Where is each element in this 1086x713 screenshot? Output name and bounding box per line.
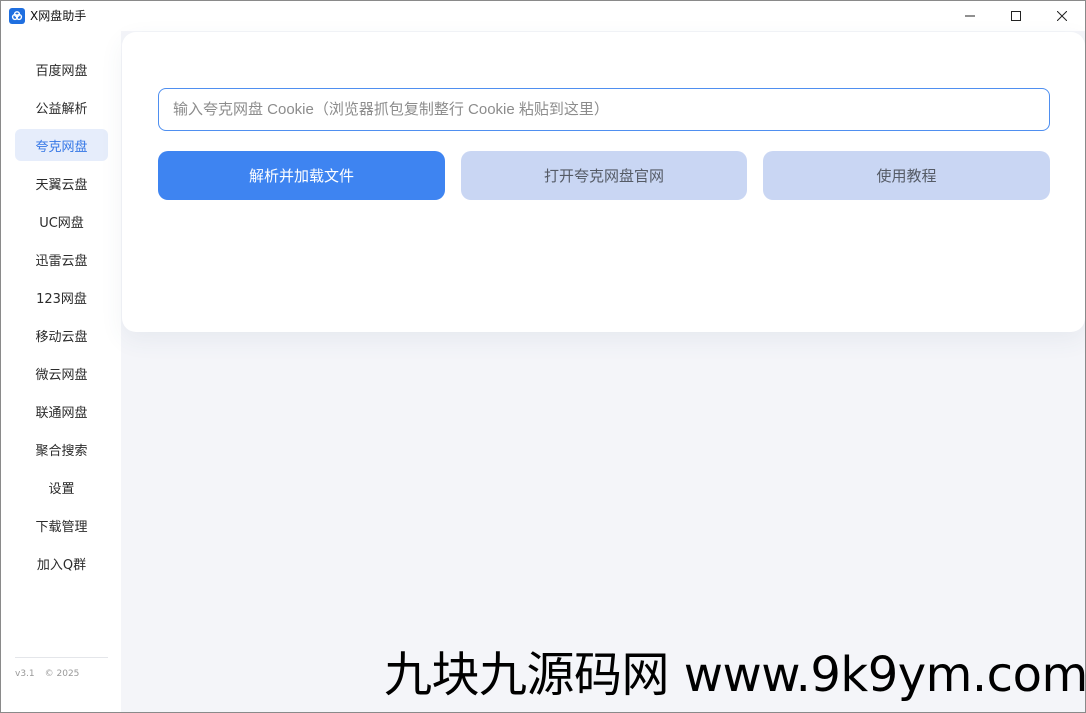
sidebar-footer: v3.1 © 2025: [15, 669, 79, 679]
version-label: v3.1: [15, 669, 35, 679]
sidebar-item-weiyun[interactable]: 微云网盘: [15, 357, 108, 389]
maximize-icon: [1011, 11, 1021, 21]
sidebar-item-xunlei[interactable]: 迅雷云盘: [15, 243, 108, 275]
close-button[interactable]: [1039, 1, 1085, 31]
parse-load-button[interactable]: 解析并加载文件: [158, 151, 445, 200]
sidebar-item-aggregate-search[interactable]: 聚合搜索: [15, 433, 108, 465]
sidebar-item-join-qq-group[interactable]: 加入Q群: [15, 547, 108, 579]
cloud-drive-icon: [9, 8, 25, 24]
tutorial-button[interactable]: 使用教程: [763, 151, 1050, 200]
copyright-label: © 2025: [44, 669, 80, 679]
title-bar[interactable]: X网盘助手: [1, 1, 1085, 31]
open-quark-site-button[interactable]: 打开夸克网盘官网: [461, 151, 747, 200]
sidebar-divider: [15, 657, 108, 658]
window-title: X网盘助手: [30, 9, 87, 23]
quark-panel: 解析并加载文件 打开夸克网盘官网 使用教程: [122, 32, 1085, 332]
minimize-icon: [965, 15, 975, 17]
sidebar-item-unicom[interactable]: 联通网盘: [15, 395, 108, 427]
sidebar-item-123[interactable]: 123网盘: [15, 281, 108, 313]
sidebar-item-downloads[interactable]: 下载管理: [15, 509, 108, 541]
sidebar-item-uc[interactable]: UC网盘: [15, 205, 108, 237]
sidebar-item-settings[interactable]: 设置: [15, 471, 108, 503]
watermark: 九块九源码网 www.9k9ym.com: [384, 647, 1086, 703]
close-icon: [1057, 11, 1067, 21]
cookie-input[interactable]: [158, 88, 1050, 131]
sidebar-item-mobile[interactable]: 移动云盘: [15, 319, 108, 351]
sidebar-item-quark[interactable]: 夸克网盘: [15, 129, 108, 161]
maximize-button[interactable]: [993, 1, 1039, 31]
sidebar-item-baidu[interactable]: 百度网盘: [15, 53, 108, 85]
sidebar-item-public-parse[interactable]: 公益解析: [15, 91, 108, 123]
app-window: X网盘助手 百度网盘 公益解析 夸克网盘 天翼云盘 UC网盘 迅雷云盘 123网…: [0, 0, 1086, 713]
sidebar-item-tianyi[interactable]: 天翼云盘: [15, 167, 108, 199]
sidebar: 百度网盘 公益解析 夸克网盘 天翼云盘 UC网盘 迅雷云盘 123网盘 移动云盘…: [1, 31, 121, 712]
minimize-button[interactable]: [947, 1, 993, 31]
